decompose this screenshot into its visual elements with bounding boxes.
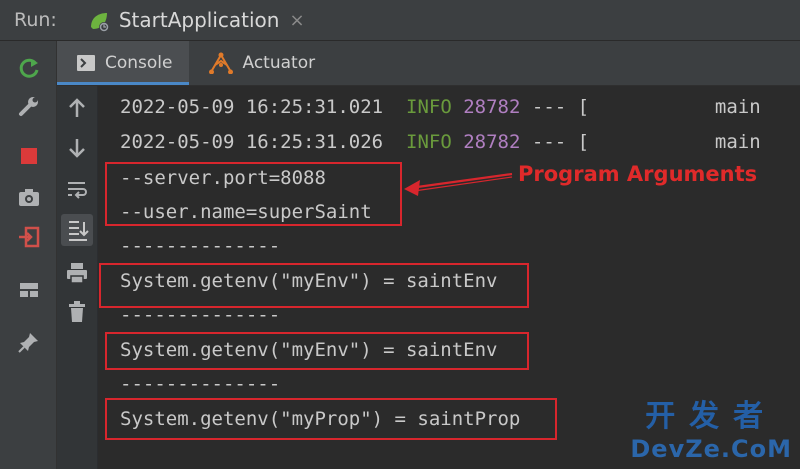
console-tab-bar: Console Actuator (57, 41, 800, 86)
log-pid: 28782 (463, 96, 521, 118)
annotation-arrow-icon (404, 172, 513, 196)
camera-icon[interactable] (16, 184, 42, 210)
actuator-icon (208, 52, 233, 74)
log-separator: --- [ (531, 96, 590, 118)
log-thread: main (714, 96, 761, 118)
tab-actuator[interactable]: Actuator (189, 41, 332, 85)
console-toolbar (57, 86, 97, 469)
scroll-to-end-icon[interactable] (61, 214, 93, 246)
run-label: Run: (14, 9, 57, 31)
trash-icon[interactable] (65, 300, 89, 324)
log-timestamp: 2022-05-09 16:25:31.021 (120, 96, 384, 118)
tab-console-label: Console (105, 53, 173, 73)
run-tab-start-application[interactable]: StartApplication × (87, 0, 305, 40)
program-arguments-highlight (105, 162, 402, 226)
program-arguments-annotation: Program Arguments (518, 162, 758, 186)
log-separator: --- [ (531, 131, 590, 153)
log-timestamp: 2022-05-09 16:25:31.026 (120, 131, 384, 153)
env-output-highlight-2 (105, 332, 529, 370)
log-thread: main (714, 131, 761, 153)
watermark-cn: 开发者 (645, 399, 778, 434)
log-line: 2022-05-09 16:25:31.021 INFO 28782 --- [… (120, 96, 761, 118)
log-level: INFO (406, 96, 452, 118)
layout-icon[interactable] (16, 277, 42, 303)
rerun-icon[interactable] (16, 55, 42, 81)
stop-icon[interactable] (16, 143, 42, 169)
run-left-toolbar (0, 41, 57, 469)
arrow-down-icon[interactable] (65, 136, 89, 160)
console-icon (77, 55, 95, 71)
log-line: 2022-05-09 16:25:31.026 INFO 28782 --- [… (120, 131, 761, 153)
env-output-highlight-1 (99, 263, 529, 308)
pin-icon[interactable] (16, 329, 42, 355)
exit-icon[interactable] (16, 224, 42, 250)
divider-line: -------------- (120, 235, 281, 257)
watermark: 开发者 DevZe.CoM (630, 391, 792, 463)
log-level: INFO (406, 131, 452, 153)
divider-line: -------------- (120, 373, 281, 395)
wrench-icon[interactable] (16, 93, 42, 119)
tab-title: StartApplication (118, 8, 280, 32)
print-icon[interactable] (65, 261, 89, 285)
close-icon[interactable]: × (289, 10, 304, 31)
run-toolbar: Run: StartApplication × (0, 0, 800, 41)
soft-wrap-icon[interactable] (65, 178, 89, 202)
arrow-up-icon[interactable] (65, 96, 89, 120)
prop-output-highlight (105, 398, 557, 440)
tab-console[interactable]: Console (57, 41, 189, 85)
log-pid: 28782 (463, 131, 521, 153)
spring-boot-icon (87, 9, 109, 32)
watermark-en: DevZe.CoM (630, 435, 792, 463)
tab-actuator-label: Actuator (242, 53, 316, 73)
